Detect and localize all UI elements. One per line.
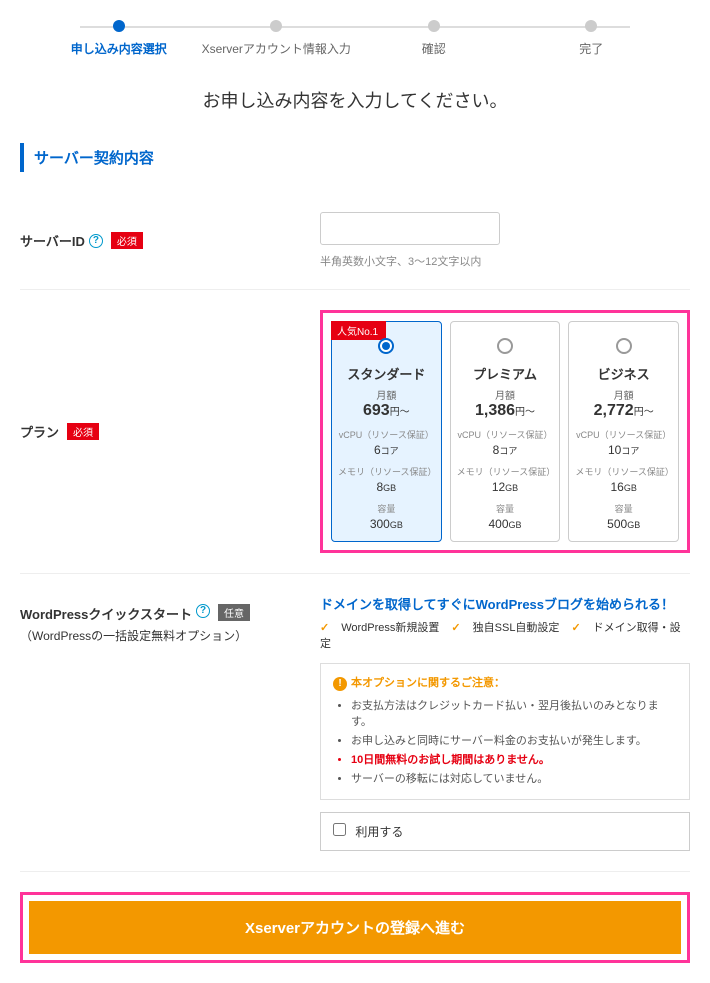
server-id-hint: 半角英数小文字、3〜12文字以内 [320,253,690,269]
quickstart-features: ✓WordPress新規設置✓独自SSL自動設定✓ドメイン取得・設定 [320,619,690,651]
page-title: お申し込み内容を入力してください。 [20,87,690,113]
notice-item: サーバーの移転には対応していません。 [351,770,677,786]
plan-vcpu: 10コア [575,443,672,457]
plan-storage: 500GB [575,517,672,531]
step-dot-icon [113,20,125,32]
quickstart-use-label[interactable]: 利用する [333,825,403,839]
plan-storage: 300GB [338,517,435,531]
help-icon[interactable]: ? [196,604,210,618]
plan-price: 693円〜 [338,402,435,420]
row-quickstart: WordPressクイックスタート ? 任意 （WordPressの一括設定無料… [20,574,690,872]
plan-price-label: 月額 [575,387,672,402]
plan-label: プラン 必須 [20,310,320,553]
radio-icon [378,338,394,354]
plan-vcpu: 6コア [338,443,435,457]
quickstart-notice: 本オプションに関するご注意： お支払方法はクレジットカード払い・翌月後払いのみと… [320,663,690,800]
popular-badge: 人気No.1 [331,321,386,340]
section-heading: サーバー契約内容 [20,143,690,172]
step-dot-icon [428,20,440,32]
notice-title: 本オプションに関するご注意： [333,674,677,691]
row-server-id: サーバーID ? 必須 半角英数小文字、3〜12文字以内 [20,192,690,290]
plan-price: 1,386円〜 [457,402,554,420]
plans-highlight: 人気No.1スタンダード月額693円〜vCPU（リソース保証）6コアメモリ（リソ… [320,310,690,553]
plan-option-0[interactable]: 人気No.1スタンダード月額693円〜vCPU（リソース保証）6コアメモリ（リソ… [331,321,442,542]
plan-memory: 16GB [575,480,672,494]
plan-option-1[interactable]: プレミアム月額1,386円〜vCPU（リソース保証）8コアメモリ（リソース保証）… [450,321,561,542]
step-dot-icon [585,20,597,32]
step-dot-icon [270,20,282,32]
plan-price-label: 月額 [338,387,435,402]
plan-name: プレミアム [457,364,554,383]
plan-storage: 400GB [457,517,554,531]
plan-name: ビジネス [575,364,672,383]
progress-steps: 申し込み内容選択 Xserverアカウント情報入力 確認 完了 [40,20,670,57]
server-id-label: サーバーID ? 必須 [20,212,320,269]
plan-memory: 8GB [338,480,435,494]
required-badge: 必須 [111,232,143,249]
check-icon: ✓ [451,622,460,634]
plan-memory: 12GB [457,480,554,494]
radio-icon [616,338,632,354]
quickstart-label: WordPressクイックスタート ? 任意 （WordPressの一括設定無料… [20,594,320,851]
required-badge: 必須 [67,423,99,440]
feature-item: ✓WordPress新規設置 [320,622,439,634]
submit-highlight: Xserverアカウントの登録へ進む [20,892,690,963]
feature-item: ✓独自SSL自動設定 [451,622,559,634]
row-plan: プラン 必須 人気No.1スタンダード月額693円〜vCPU（リソース保証）6コ… [20,290,690,574]
radio-icon [497,338,513,354]
submit-button[interactable]: Xserverアカウントの登録へ進む [29,901,681,954]
help-icon[interactable]: ? [89,234,103,248]
check-icon: ✓ [320,622,329,634]
plan-name: スタンダード [338,364,435,383]
step-2: Xserverアカウント情報入力 [198,20,356,57]
plan-vcpu: 8コア [457,443,554,457]
notice-item: お支払方法はクレジットカード払い・翌月後払いのみとなります。 [351,697,677,729]
plan-price: 2,772円〜 [575,402,672,420]
quickstart-headline: ドメインを取得してすぐにWordPressブログを始められる！ [320,594,690,613]
notice-item: 10日間無料のお試し期間はありません。 [351,751,677,767]
optional-badge: 任意 [218,604,250,621]
step-1: 申し込み内容選択 [40,20,198,57]
quickstart-use-box: 利用する [320,812,690,851]
plan-price-label: 月額 [457,387,554,402]
step-3: 確認 [355,20,513,57]
quickstart-use-checkbox[interactable] [333,823,346,836]
check-icon: ✓ [571,622,580,634]
notice-item: お申し込みと同時にサーバー料金のお支払いが発生します。 [351,732,677,748]
step-4: 完了 [513,20,671,57]
plan-option-2[interactable]: ビジネス月額2,772円〜vCPU（リソース保証）10コアメモリ（リソース保証）… [568,321,679,542]
server-id-input[interactable] [320,212,500,245]
